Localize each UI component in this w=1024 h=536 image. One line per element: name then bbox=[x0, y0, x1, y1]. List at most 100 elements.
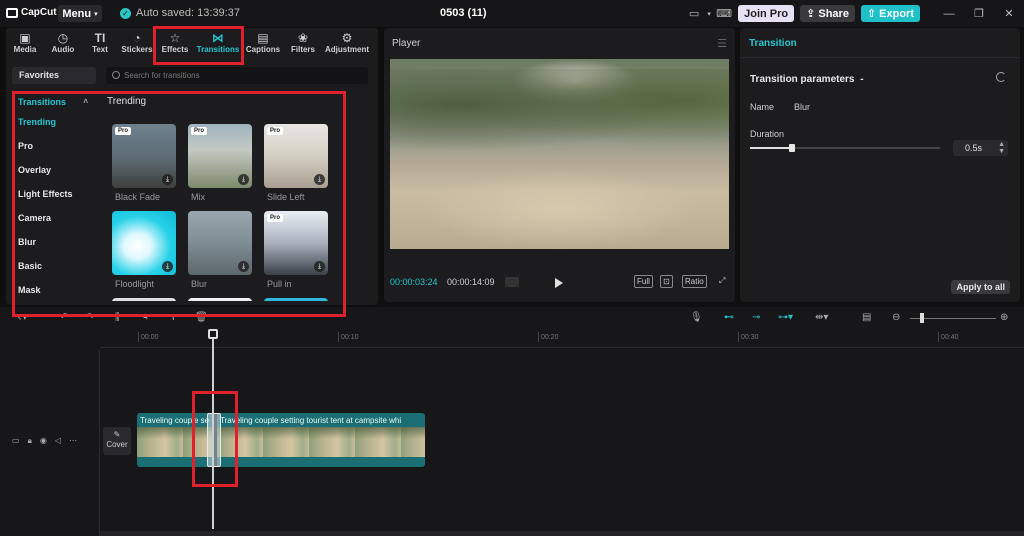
total-time: 00:00:14:09 bbox=[447, 277, 495, 287]
transition-thumbnail[interactable]: Pro bbox=[188, 298, 252, 301]
app-name: CapCut bbox=[21, 7, 57, 18]
audio-icon[interactable]: ◁ bbox=[55, 436, 61, 446]
track-preview-icon[interactable]: ▭ bbox=[12, 436, 20, 446]
play-icon[interactable] bbox=[555, 278, 563, 288]
tab-label: Text bbox=[92, 45, 108, 54]
reset-icon[interactable] bbox=[996, 72, 1006, 82]
project-title[interactable]: 0503 (11) bbox=[440, 7, 486, 19]
chevron-down-icon[interactable]: ▾ bbox=[704, 10, 714, 18]
transition-thumbnail[interactable]: Pro bbox=[112, 298, 176, 301]
duration-slider[interactable] bbox=[750, 144, 940, 152]
filters-icon: ❀ bbox=[297, 31, 309, 45]
transition-thumbnail[interactable]: Pro ⤓ bbox=[112, 124, 176, 188]
download-icon[interactable]: ⤓ bbox=[162, 261, 173, 272]
tab-effects[interactable]: ☆ Effects bbox=[156, 28, 194, 58]
transitions-category-header[interactable]: Transitions ˄ bbox=[18, 97, 88, 107]
export-button[interactable]: ⇧ Export bbox=[860, 5, 920, 22]
zoom-slider-handle[interactable] bbox=[920, 313, 924, 323]
tab-audio[interactable]: ◷ Audio bbox=[44, 28, 82, 58]
properties-tab-transition[interactable]: Transition bbox=[749, 38, 797, 49]
link-icon[interactable]: ⊸ bbox=[752, 312, 760, 323]
time-ruler[interactable]: 00:00 00:10 00:20 00:30 00:40 bbox=[100, 332, 1024, 348]
split-icon[interactable]: ⫼ bbox=[115, 312, 120, 323]
minimize-icon[interactable]: — bbox=[934, 8, 964, 20]
duration-slider-handle[interactable] bbox=[788, 144, 795, 152]
download-icon[interactable]: ⤓ bbox=[238, 261, 249, 272]
category-light-effects[interactable]: Light Effects bbox=[18, 189, 73, 213]
download-icon[interactable]: ⤓ bbox=[238, 174, 249, 185]
stepper-icon[interactable]: ▲ ▼ bbox=[998, 141, 1005, 155]
split-left-icon[interactable]: ⫞ bbox=[143, 312, 148, 323]
tab-captions[interactable]: ▤ Captions bbox=[242, 28, 284, 58]
transition-thumbnail[interactable]: Pro ⤓ bbox=[264, 124, 328, 188]
share-button[interactable]: ⇪ Share bbox=[800, 5, 855, 22]
menu-button[interactable]: Menu ▾ bbox=[58, 5, 102, 22]
category-mask[interactable]: Mask bbox=[18, 285, 73, 309]
collapse-icon[interactable]: - bbox=[860, 74, 863, 85]
tab-stickers[interactable]: ◔ Stickers bbox=[118, 28, 156, 58]
lock-icon[interactable]: 🔒︎ bbox=[28, 436, 32, 446]
ratio-button[interactable]: Ratio bbox=[682, 275, 707, 288]
visibility-icon[interactable]: ◉ bbox=[40, 436, 47, 446]
fit-icon[interactable]: ⊡ bbox=[660, 275, 673, 288]
redo-icon[interactable]: ↷ bbox=[86, 312, 94, 323]
transition-thumbnail[interactable]: ⤓ bbox=[188, 211, 252, 275]
download-icon[interactable]: ⤓ bbox=[314, 261, 325, 272]
transition-thumbnail[interactable] bbox=[264, 298, 328, 301]
shortcut-icon[interactable]: ⌨ bbox=[714, 7, 734, 20]
tab-filters[interactable]: ❀ Filters bbox=[284, 28, 322, 58]
full-button[interactable]: Full bbox=[634, 275, 653, 288]
current-time: 00:00:03:24 bbox=[390, 277, 438, 287]
tab-text[interactable]: TI Text bbox=[82, 28, 118, 58]
transition-marker[interactable] bbox=[207, 413, 221, 467]
undo-icon[interactable]: ↶ bbox=[60, 312, 68, 323]
search-input[interactable]: Search for transitions bbox=[106, 67, 368, 84]
menu-icon[interactable]: ☰ bbox=[717, 37, 727, 50]
layout-icon[interactable]: ▭ bbox=[684, 7, 704, 20]
video-clip-2[interactable]: Traveling couple setting tourist tent at… bbox=[217, 413, 425, 467]
timeline-scrollbar[interactable] bbox=[100, 531, 1024, 536]
duration-input[interactable]: 0.5s ▲ ▼ bbox=[953, 140, 1008, 156]
select-cursor-icon[interactable]: ↖▾ bbox=[14, 312, 27, 323]
category-trending[interactable]: Trending bbox=[18, 117, 73, 141]
category-basic[interactable]: Basic bbox=[18, 261, 73, 285]
tab-media[interactable]: ▣ Media bbox=[6, 28, 44, 58]
check-icon: ✓ bbox=[120, 7, 131, 19]
cover-button[interactable]: ✎ Cover bbox=[103, 427, 131, 455]
name-value: Blur bbox=[794, 102, 811, 112]
playhead[interactable] bbox=[212, 329, 214, 529]
video-preview[interactable] bbox=[390, 59, 729, 249]
category-pro[interactable]: Pro bbox=[18, 141, 73, 165]
audio-icon: ◷ bbox=[57, 31, 69, 45]
download-icon[interactable]: ⤓ bbox=[314, 174, 325, 185]
more-icon[interactable]: ⋯ bbox=[69, 436, 77, 446]
microphone-icon[interactable]: 🎙 bbox=[690, 312, 703, 323]
split-right-icon[interactable]: ⫟ bbox=[170, 312, 176, 323]
maximize-icon[interactable]: ❐ bbox=[964, 7, 994, 20]
zoom-out-icon[interactable]: ⊖ bbox=[892, 312, 900, 323]
transition-thumbnail[interactable]: ⤓ bbox=[112, 211, 176, 275]
tab-transitions[interactable]: ⋈ Transitions bbox=[194, 28, 242, 58]
video-clip-1[interactable]: Traveling couple se bbox=[137, 413, 213, 467]
close-icon[interactable]: ✕ bbox=[994, 7, 1024, 20]
apply-to-all-button[interactable]: Apply to all bbox=[951, 280, 1010, 294]
tab-adjustment[interactable]: ⚙ Adjustment bbox=[322, 28, 372, 58]
transition-thumbnail[interactable]: Pro ⤓ bbox=[264, 211, 328, 275]
captions-icon[interactable]: ▤ bbox=[862, 312, 871, 323]
category-overlay[interactable]: Overlay bbox=[18, 165, 73, 189]
join-pro-button[interactable]: Join Pro bbox=[738, 5, 795, 22]
preview-axis-icon[interactable]: ⊶▾ bbox=[778, 312, 793, 323]
favorites-button[interactable]: Favorites bbox=[12, 67, 96, 84]
align-icon[interactable]: ⇹▾ bbox=[815, 312, 828, 323]
zoom-in-icon[interactable]: ⊕ bbox=[1000, 312, 1008, 323]
magnet-icon[interactable]: ⊷ bbox=[724, 312, 734, 323]
fullscreen-icon[interactable]: ⤢ bbox=[717, 275, 727, 286]
delete-icon[interactable]: 🗑 bbox=[195, 312, 208, 323]
pro-badge: Pro bbox=[115, 127, 132, 135]
playhead-handle[interactable] bbox=[208, 329, 218, 339]
download-icon[interactable]: ⤓ bbox=[162, 174, 173, 185]
transition-thumbnail[interactable]: Pro ⤓ bbox=[188, 124, 252, 188]
transition-label: Mix bbox=[191, 192, 205, 202]
category-camera[interactable]: Camera bbox=[18, 213, 73, 237]
category-blur[interactable]: Blur bbox=[18, 237, 73, 261]
